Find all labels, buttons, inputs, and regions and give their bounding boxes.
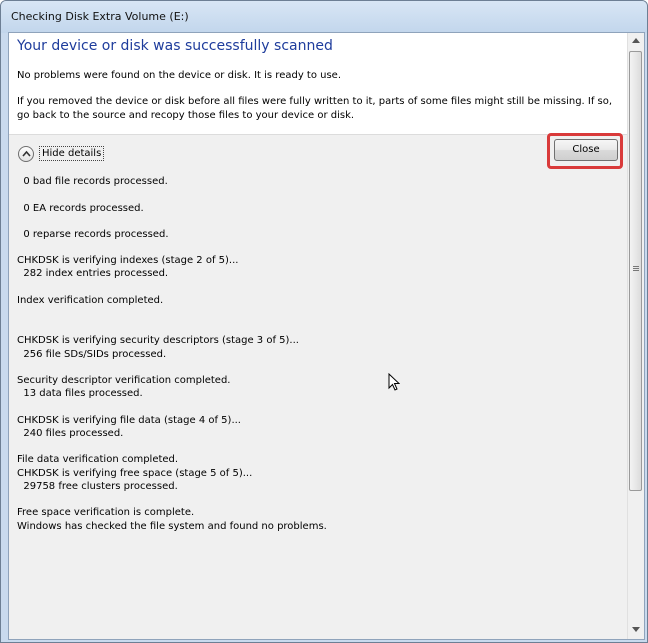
status-message: No problems were found on the device or … xyxy=(17,70,342,81)
vertical-scrollbar[interactable] xyxy=(627,33,644,639)
details-log-line: CHKDSK is verifying security descriptors… xyxy=(17,335,299,346)
details-log-line: CHKDSK is verifying indexes (stage 2 of … xyxy=(17,255,239,266)
details-bar: Hide details xyxy=(9,134,627,177)
details-log-line: Index verification completed. xyxy=(17,295,164,306)
details-log-line: CHKDSK is verifying free space (stage 5 … xyxy=(17,468,253,479)
scrollbar-thumb[interactable] xyxy=(629,51,642,491)
details-log-line: 29758 free clusters processed. xyxy=(17,481,178,492)
scroll-down-arrow-icon[interactable] xyxy=(628,622,644,639)
close-button[interactable]: Close xyxy=(554,139,618,161)
details-log-line: 0 reparse records processed. xyxy=(17,229,169,240)
details-log-line: 256 file SDs/SIDs processed. xyxy=(17,349,167,360)
details-log-line: 13 data files processed. xyxy=(17,388,143,399)
chevron-up-icon[interactable] xyxy=(18,146,34,162)
details-log-line: 282 index entries processed. xyxy=(17,268,169,279)
page-title: Your device or disk was successfully sca… xyxy=(17,38,333,54)
details-log-line: File data verification completed. xyxy=(17,454,179,465)
details-log-line: CHKDSK is verifying file data (stage 4 o… xyxy=(17,415,241,426)
content-area: Your device or disk was successfully sca… xyxy=(9,33,627,639)
details-log-line: 0 bad file records processed. xyxy=(17,176,168,187)
details-log-line: Security descriptor verification complet… xyxy=(17,375,231,386)
details-log-line: Free space verification is complete. xyxy=(17,507,195,518)
hide-details-toggle[interactable]: Hide details xyxy=(39,146,105,161)
details-log-line: 0 EA records processed. xyxy=(17,203,144,214)
scroll-up-arrow-icon[interactable] xyxy=(628,33,644,50)
scrollbar-grip xyxy=(633,266,639,272)
dialog-window: Checking Disk Extra Volume (E:) Your dev… xyxy=(0,0,648,643)
mouse-pointer-icon xyxy=(388,373,400,391)
window-title: Checking Disk Extra Volume (E:) xyxy=(11,10,189,23)
warning-message: If you removed the device or disk before… xyxy=(17,96,613,121)
title-bar[interactable]: Checking Disk Extra Volume (E:) xyxy=(1,1,647,33)
details-log: Volume label is Extra Volume.CHKDSK is v… xyxy=(9,176,627,639)
details-log-line: Windows has checked the file system and … xyxy=(17,521,327,532)
dialog-client-area: Your device or disk was successfully sca… xyxy=(8,32,645,640)
details-log-line: 240 files processed. xyxy=(17,428,124,439)
